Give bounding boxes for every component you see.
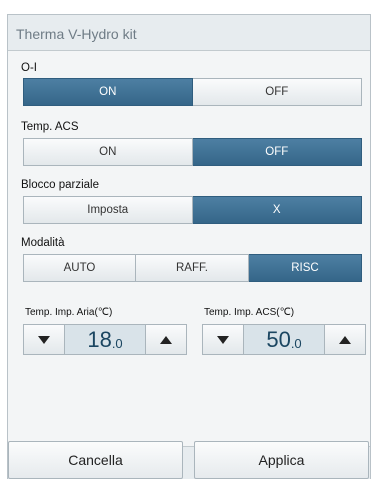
power-label: O-I (21, 62, 37, 74)
dhw-toggle: ON OFF (23, 138, 362, 166)
air-temp-increase-button[interactable] (145, 324, 187, 355)
lock-set-button[interactable]: Imposta (23, 196, 193, 224)
power-on-button[interactable]: ON (23, 78, 193, 106)
air-temp-value-int: 18 (87, 327, 112, 352)
mode-heat-button[interactable]: RISC (248, 254, 362, 282)
dhw-temp-label: Temp. Imp. ACS(℃) (204, 307, 295, 318)
air-temp-decrease-button[interactable] (23, 324, 65, 355)
mode-auto-button[interactable]: AUTO (23, 254, 136, 282)
dhw-temp-value-dec: .0 (290, 336, 302, 351)
dhw-off-button[interactable]: OFF (192, 138, 362, 166)
mode-label: Modalità (21, 237, 65, 249)
power-toggle: ON OFF (23, 78, 362, 106)
air-temp-value: 18.0 (65, 324, 145, 355)
apply-button[interactable]: Applica (194, 441, 369, 479)
air-temp-value-dec: .0 (111, 336, 123, 351)
triangle-up-icon (339, 335, 351, 344)
dhw-temp-decrease-button[interactable] (202, 324, 244, 355)
triangle-down-icon (217, 335, 229, 344)
power-off-button[interactable]: OFF (192, 78, 362, 106)
air-temp-label: Temp. Imp. Aria(℃) (25, 307, 113, 318)
triangle-down-icon (38, 335, 50, 344)
cancel-button[interactable]: Cancella (8, 441, 183, 479)
settings-dialog: Therma V-Hydro kit O-I ON OFF Temp. ACS … (7, 14, 371, 479)
dhw-label: Temp. ACS (21, 121, 79, 133)
dhw-temp-value-int: 50 (266, 327, 291, 352)
dhw-temp-value: 50.0 (244, 324, 324, 355)
lock-x-button[interactable]: X (192, 196, 362, 224)
title-bar: Therma V-Hydro kit (8, 15, 370, 51)
dhw-on-button[interactable]: ON (23, 138, 193, 166)
dialog-title: Therma V-Hydro kit (16, 26, 137, 42)
air-temp-stepper: 18.0 (23, 324, 187, 355)
dhw-temp-increase-button[interactable] (324, 324, 366, 355)
lock-toggle: Imposta X (23, 196, 362, 224)
dhw-temp-stepper: 50.0 (202, 324, 366, 355)
lock-label: Blocco parziale (21, 179, 99, 191)
mode-cool-button[interactable]: RAFF. (135, 254, 249, 282)
triangle-up-icon (160, 335, 172, 344)
mode-selector: AUTO RAFF. RISC (23, 254, 362, 282)
